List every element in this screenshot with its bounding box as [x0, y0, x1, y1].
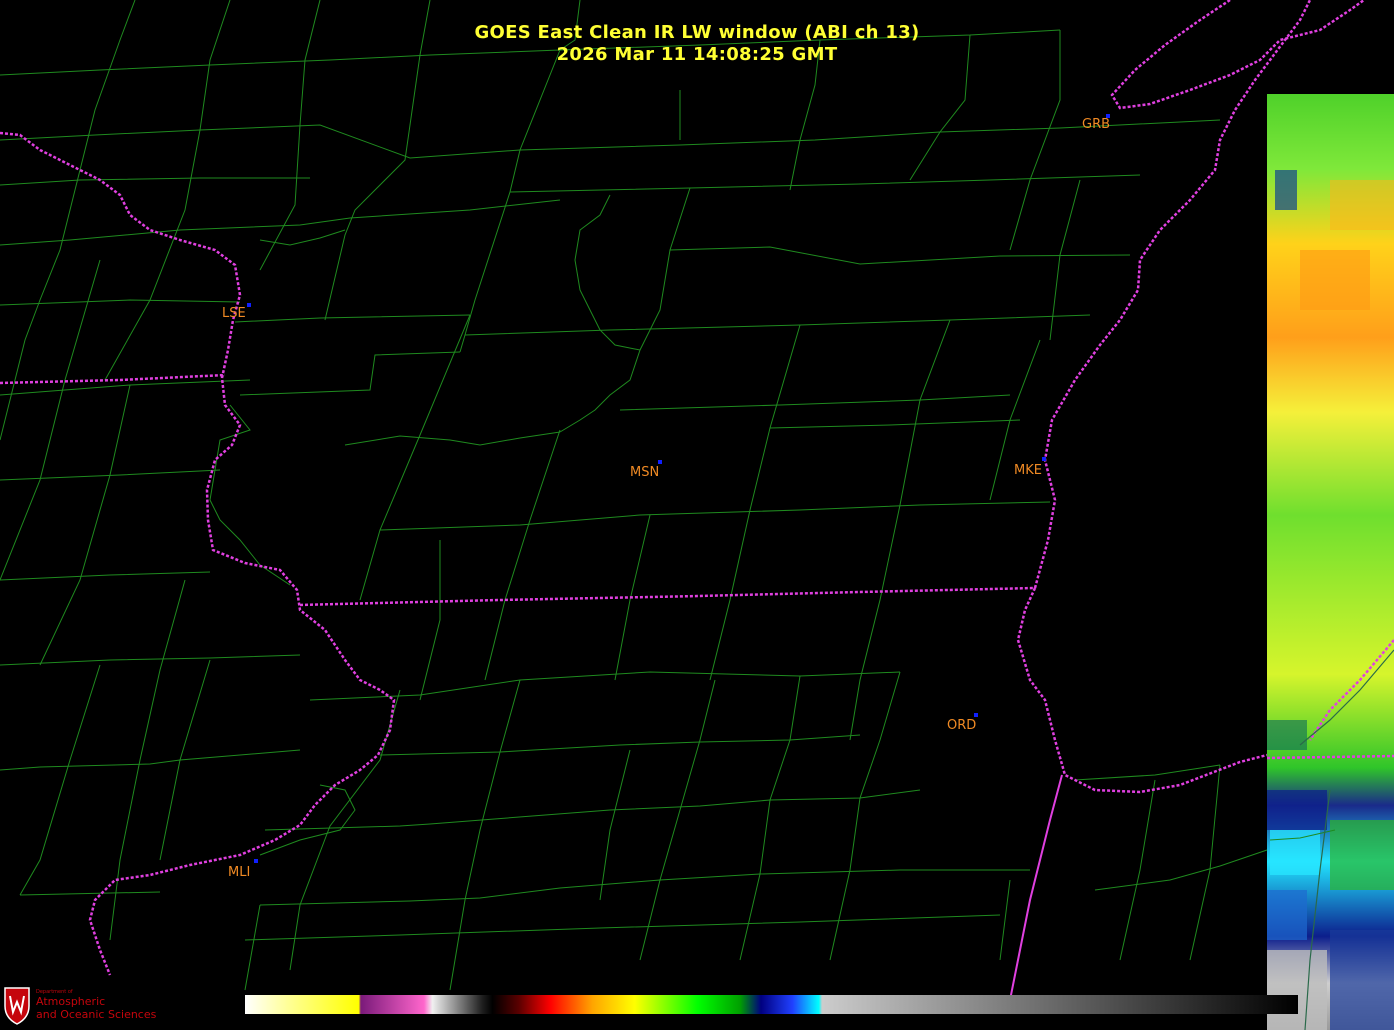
station-label-grb: GRB: [1082, 117, 1111, 132]
station-dot-mli: [254, 859, 258, 863]
rivers: [209, 194, 1336, 856]
station-dot-ord: [974, 713, 978, 717]
station-dot-msn: [658, 460, 662, 464]
satellite-map: [0, 0, 1394, 1030]
station-label-mke: MKE: [1014, 463, 1042, 478]
map-title: GOES East Clean IR LW window (ABI ch 13): [474, 22, 920, 43]
state-boundaries: [0, 0, 1394, 976]
station-dot-mke: [1042, 457, 1046, 461]
ir-temperature-colorbar: [245, 995, 1298, 1014]
uw-crest-icon: [4, 987, 30, 1025]
logo-atmospheric-text: Atmospheric: [36, 995, 106, 1008]
station-label-msn: MSN: [630, 465, 660, 480]
state-boundary-solid: [1009, 774, 1063, 1001]
satellite-imagery: [1267, 94, 1394, 1030]
logo-oceanic-text: and Oceanic Sciences: [36, 1008, 157, 1021]
station-label-mli: MLI: [228, 865, 251, 880]
county-boundaries: [0, 0, 1268, 991]
station-label-ord: ORD: [947, 718, 977, 733]
station-dot-lse: [247, 303, 251, 307]
aos-logo: Department of Atmospheric and Oceanic Sc…: [0, 983, 160, 1028]
map-timestamp: 2026 Mar 11 14:08:25 GMT: [556, 44, 838, 65]
station-label-lse: LSE: [222, 306, 246, 321]
